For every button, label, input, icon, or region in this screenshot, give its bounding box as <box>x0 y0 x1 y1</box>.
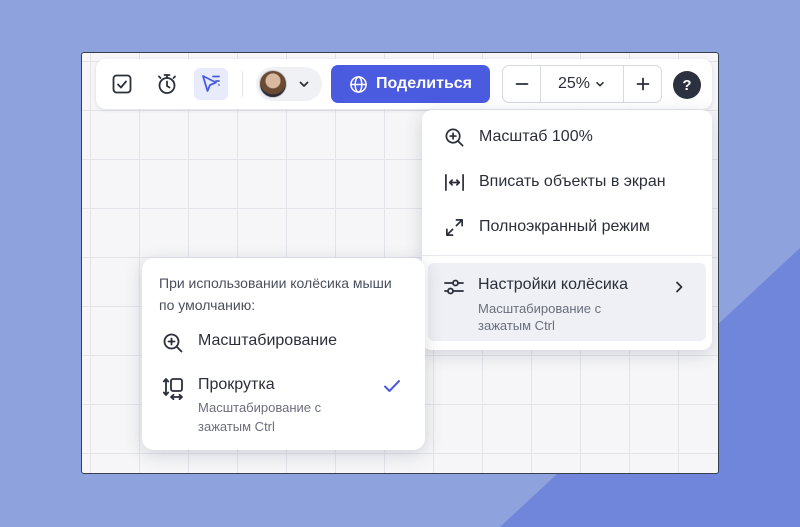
select-tool-button[interactable] <box>194 68 228 100</box>
menu-item-label: Полноэкранный режим <box>479 218 650 235</box>
wheel-settings-label: Настройки колёсика <box>478 276 629 293</box>
menu-item-label: Вписать объекты в экран <box>479 173 666 190</box>
scroll-icon <box>162 376 186 405</box>
zoom-control: 25% <box>502 65 662 103</box>
chevron-right-icon <box>672 280 686 299</box>
top-toolbar: Поделиться 25% ? <box>96 59 712 109</box>
toolbar-divider <box>242 71 243 97</box>
zoom-out-button[interactable] <box>503 66 540 102</box>
option-sublabel: Масштабирование с зажатым Ctrl <box>198 400 322 434</box>
task-tool-button[interactable] <box>105 68 139 100</box>
avatar <box>259 70 287 98</box>
menu-item-fullscreen[interactable]: Полноэкранный режим <box>422 205 712 249</box>
option-label: Прокрутка <box>198 376 275 393</box>
wheel-settings-sublabel: Масштабирование с зажатым Ctrl <box>478 301 602 333</box>
wheel-settings-popover: При использовании колёсика мыши по умолч… <box>142 258 425 450</box>
option-scroll[interactable]: Прокрутка Масштабирование с зажатым Ctrl <box>142 376 425 438</box>
menu-item-label: Масштаб 100% <box>479 128 593 145</box>
fullscreen-icon <box>443 217 465 238</box>
option-zoom[interactable]: Масштабирование <box>142 332 425 358</box>
fit-width-icon <box>443 172 465 193</box>
zoom-level-dropdown[interactable]: 25% <box>540 66 624 102</box>
share-button-label: Поделиться <box>375 75 473 92</box>
zoom-in-button[interactable] <box>624 66 661 102</box>
cursor-select-icon <box>202 75 220 92</box>
stopwatch-icon <box>158 74 176 94</box>
menu-item-wheel-settings[interactable]: Настройки колёсика Масштабирование с заж… <box>428 263 706 341</box>
menu-item-zoom-100[interactable]: Масштаб 100% <box>422 115 712 159</box>
help-button[interactable]: ? <box>673 71 701 99</box>
globe-icon <box>350 75 367 93</box>
help-button-label: ? <box>682 76 692 94</box>
checkbox-icon <box>112 74 132 94</box>
popover-intro-text: При использовании колёсика мыши по умолч… <box>159 275 392 313</box>
timer-tool-button[interactable] <box>150 68 184 100</box>
share-button[interactable]: Поделиться <box>331 65 490 103</box>
minus-icon <box>515 83 528 85</box>
option-label: Масштабирование <box>198 332 338 349</box>
menu-divider <box>422 255 712 256</box>
zoom-level-value: 25% <box>557 75 591 92</box>
chevron-down-icon <box>596 81 604 87</box>
user-menu-button[interactable] <box>256 67 322 101</box>
chevron-down-icon <box>299 81 309 87</box>
zoom-in-icon <box>162 332 184 359</box>
checkmark-icon <box>382 377 402 400</box>
page-background: Поделиться 25% ? Масштаб 100% Вписать об… <box>0 0 800 527</box>
board-canvas[interactable]: Поделиться 25% ? Масштаб 100% Вписать об… <box>81 52 719 474</box>
zoom-menu: Масштаб 100% Вписать объекты в экран Пол… <box>422 110 712 350</box>
zoom-in-icon <box>443 127 465 148</box>
plus-icon <box>636 77 649 91</box>
sliders-icon <box>443 276 465 303</box>
menu-item-fit-objects[interactable]: Вписать объекты в экран <box>422 160 712 204</box>
